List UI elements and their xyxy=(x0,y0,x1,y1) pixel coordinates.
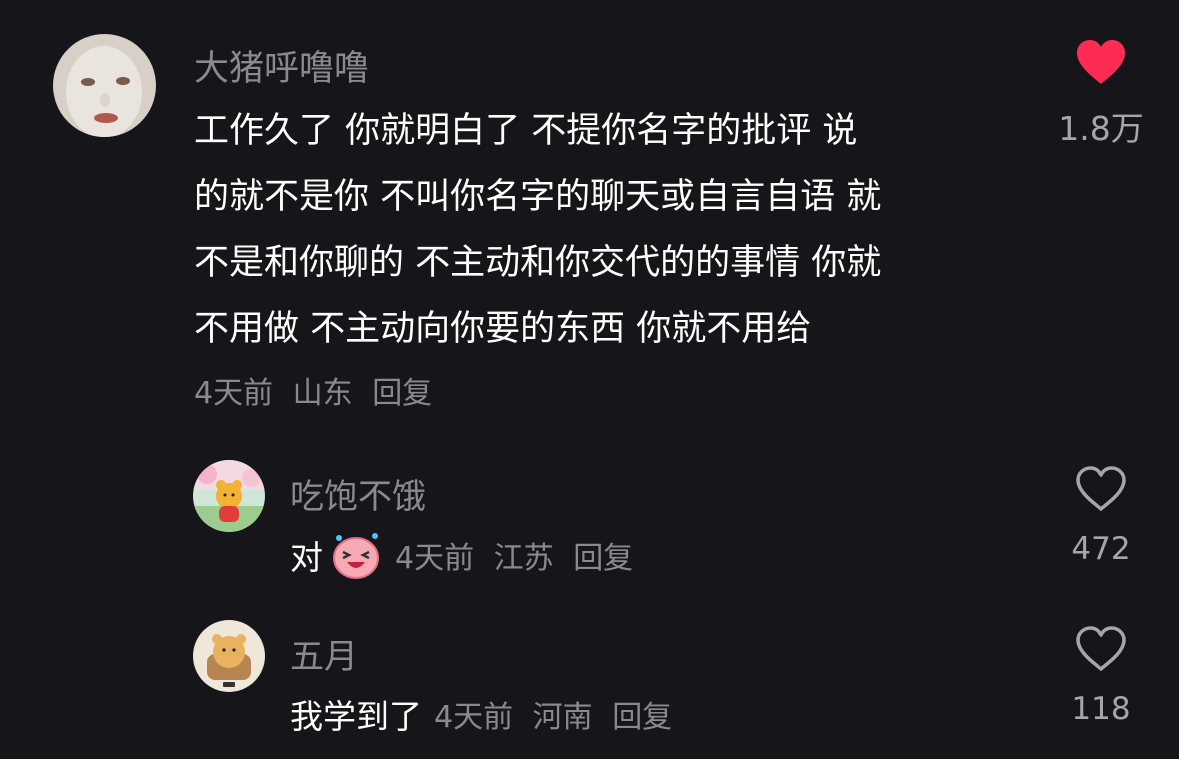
like-section: 118 xyxy=(1041,625,1161,727)
comment-text: 工作久了 你就明白了 不提你名字的批评 说 的就不是你 不叫你名字的聊天或自言自… xyxy=(194,98,881,362)
reply-text: 我学到了 xyxy=(290,697,422,736)
comment-text-line: 的就不是你 不叫你名字的聊天或自言自语 就 xyxy=(194,177,882,217)
reply-location: 河南 xyxy=(532,700,593,735)
reply-text: 对 xyxy=(290,538,323,577)
reply-time: 4天前 xyxy=(434,700,514,735)
comment-text-line: 不是和你聊的 不主动和你交代的的事情 你就 xyxy=(194,243,882,283)
comment-text-line: 工作久了 你就明白了 不提你名字的批评 说 xyxy=(194,111,858,151)
reply-time: 4天前 xyxy=(395,541,475,576)
like-count: 118 xyxy=(1071,691,1131,727)
reply-content: 对 4天前 江苏 回复 xyxy=(290,528,633,582)
comment-time: 4天前 xyxy=(194,376,274,411)
comment-item: 大猪呼噜噜 工作久了 你就明白了 不提你名字的批评 说 的就不是你 不叫你名字的… xyxy=(0,0,1179,420)
username[interactable]: 吃饱不饿 xyxy=(290,469,426,518)
avatar[interactable] xyxy=(193,460,265,532)
like-section: 472 xyxy=(1041,465,1161,567)
reply-content: 我学到了 4天前 河南 回复 xyxy=(290,690,672,738)
reply-meta: 4天前 河南 回复 xyxy=(434,692,672,736)
reply-button[interactable]: 回复 xyxy=(573,541,633,576)
avatar[interactable] xyxy=(193,620,265,692)
username[interactable]: 大猪呼噜噜 xyxy=(194,40,369,91)
comment-location: 山东 xyxy=(292,376,353,411)
like-count: 1.8万 xyxy=(1058,109,1144,148)
reply-location: 江苏 xyxy=(493,541,554,576)
comment-meta: 4天前 山东 回复 xyxy=(194,368,432,412)
heart-outline-icon[interactable] xyxy=(1041,465,1161,517)
reply-item: 吃饱不饿 对 4天前 江苏 回复 472 xyxy=(0,455,1179,595)
reply-button[interactable]: 回复 xyxy=(612,700,672,735)
like-section: 1.8万 xyxy=(1041,38,1161,150)
heart-filled-icon[interactable] xyxy=(1041,38,1161,90)
reply-meta: 4天前 江苏 回复 xyxy=(395,533,633,577)
username[interactable]: 五月 xyxy=(290,629,358,678)
reply-button[interactable]: 回复 xyxy=(372,376,432,411)
avatar[interactable] xyxy=(53,34,156,137)
reply-item: 五月 我学到了 4天前 河南 回复 118 xyxy=(0,615,1179,755)
like-count: 472 xyxy=(1071,531,1131,567)
heart-outline-icon[interactable] xyxy=(1041,625,1161,677)
laughing-sticker-icon xyxy=(329,528,383,582)
comment-text-line: 不用做 不主动向你要的东西 你就不用给 xyxy=(194,309,812,349)
